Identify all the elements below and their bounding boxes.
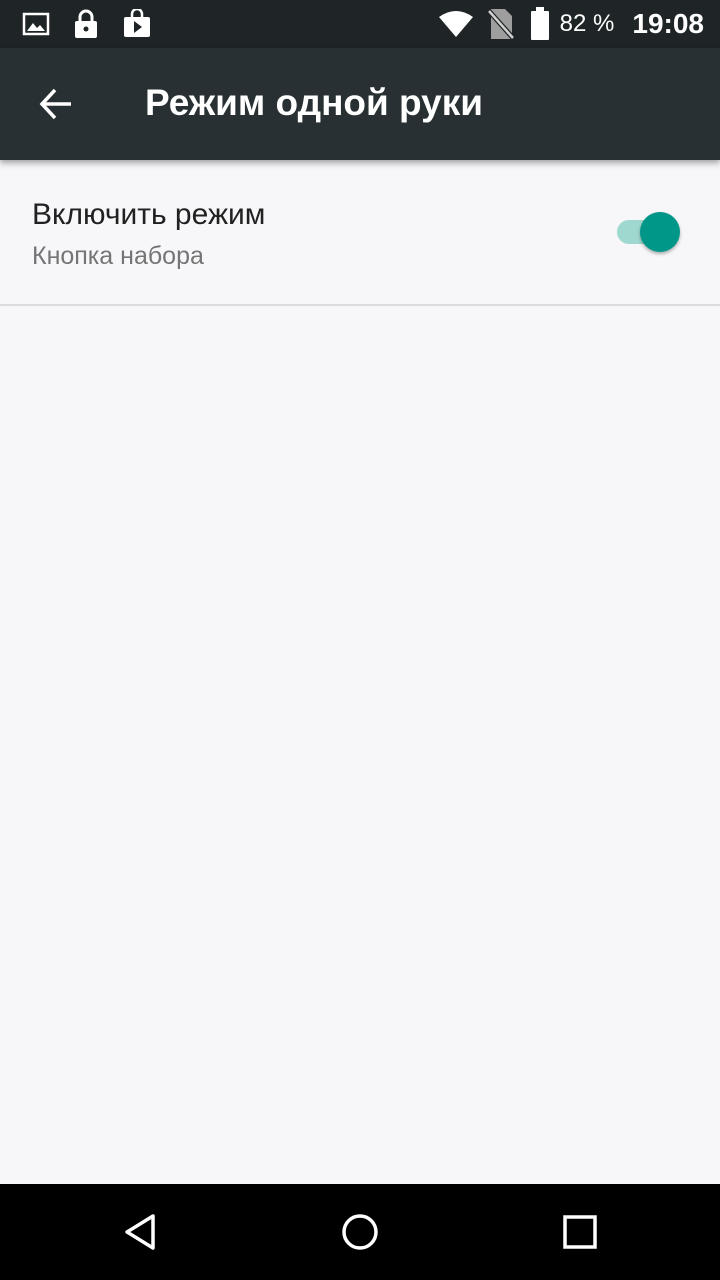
wifi-icon — [438, 10, 474, 38]
notification-icons — [22, 8, 152, 40]
battery-percent: 82 % — [559, 10, 615, 37]
battery-icon — [530, 7, 550, 41]
home-circle-icon — [340, 1212, 380, 1252]
app-toolbar: Режим одной руки — [0, 48, 720, 160]
switch-thumb — [640, 212, 680, 252]
no-sim-icon — [487, 8, 514, 40]
enable-mode-preference[interactable]: Включить режим Кнопка набора — [0, 160, 720, 305]
preference-title: Включить режим — [32, 198, 266, 231]
nav-home-button[interactable] — [330, 1204, 390, 1260]
back-button[interactable] — [24, 74, 88, 134]
back-triangle-icon — [120, 1212, 160, 1252]
recents-square-icon — [562, 1214, 598, 1250]
nav-recents-button[interactable] — [550, 1204, 610, 1260]
play-store-icon — [122, 9, 152, 39]
enable-mode-switch[interactable] — [612, 210, 684, 254]
arrow-back-icon — [38, 86, 74, 122]
gallery-icon — [22, 10, 50, 38]
nav-back-button[interactable] — [110, 1204, 170, 1260]
settings-list: Включить режим Кнопка набора — [0, 160, 720, 1184]
navigation-bar — [0, 1184, 720, 1280]
divider — [0, 304, 720, 306]
status-bar: 82 % 19:08 — [0, 0, 720, 48]
preference-summary: Кнопка набора — [32, 242, 204, 270]
clock: 19:08 — [632, 8, 704, 39]
lock-icon — [72, 8, 100, 40]
page-title: Режим одной руки — [145, 82, 484, 123]
system-status: 82 % 19:08 — [438, 0, 704, 48]
